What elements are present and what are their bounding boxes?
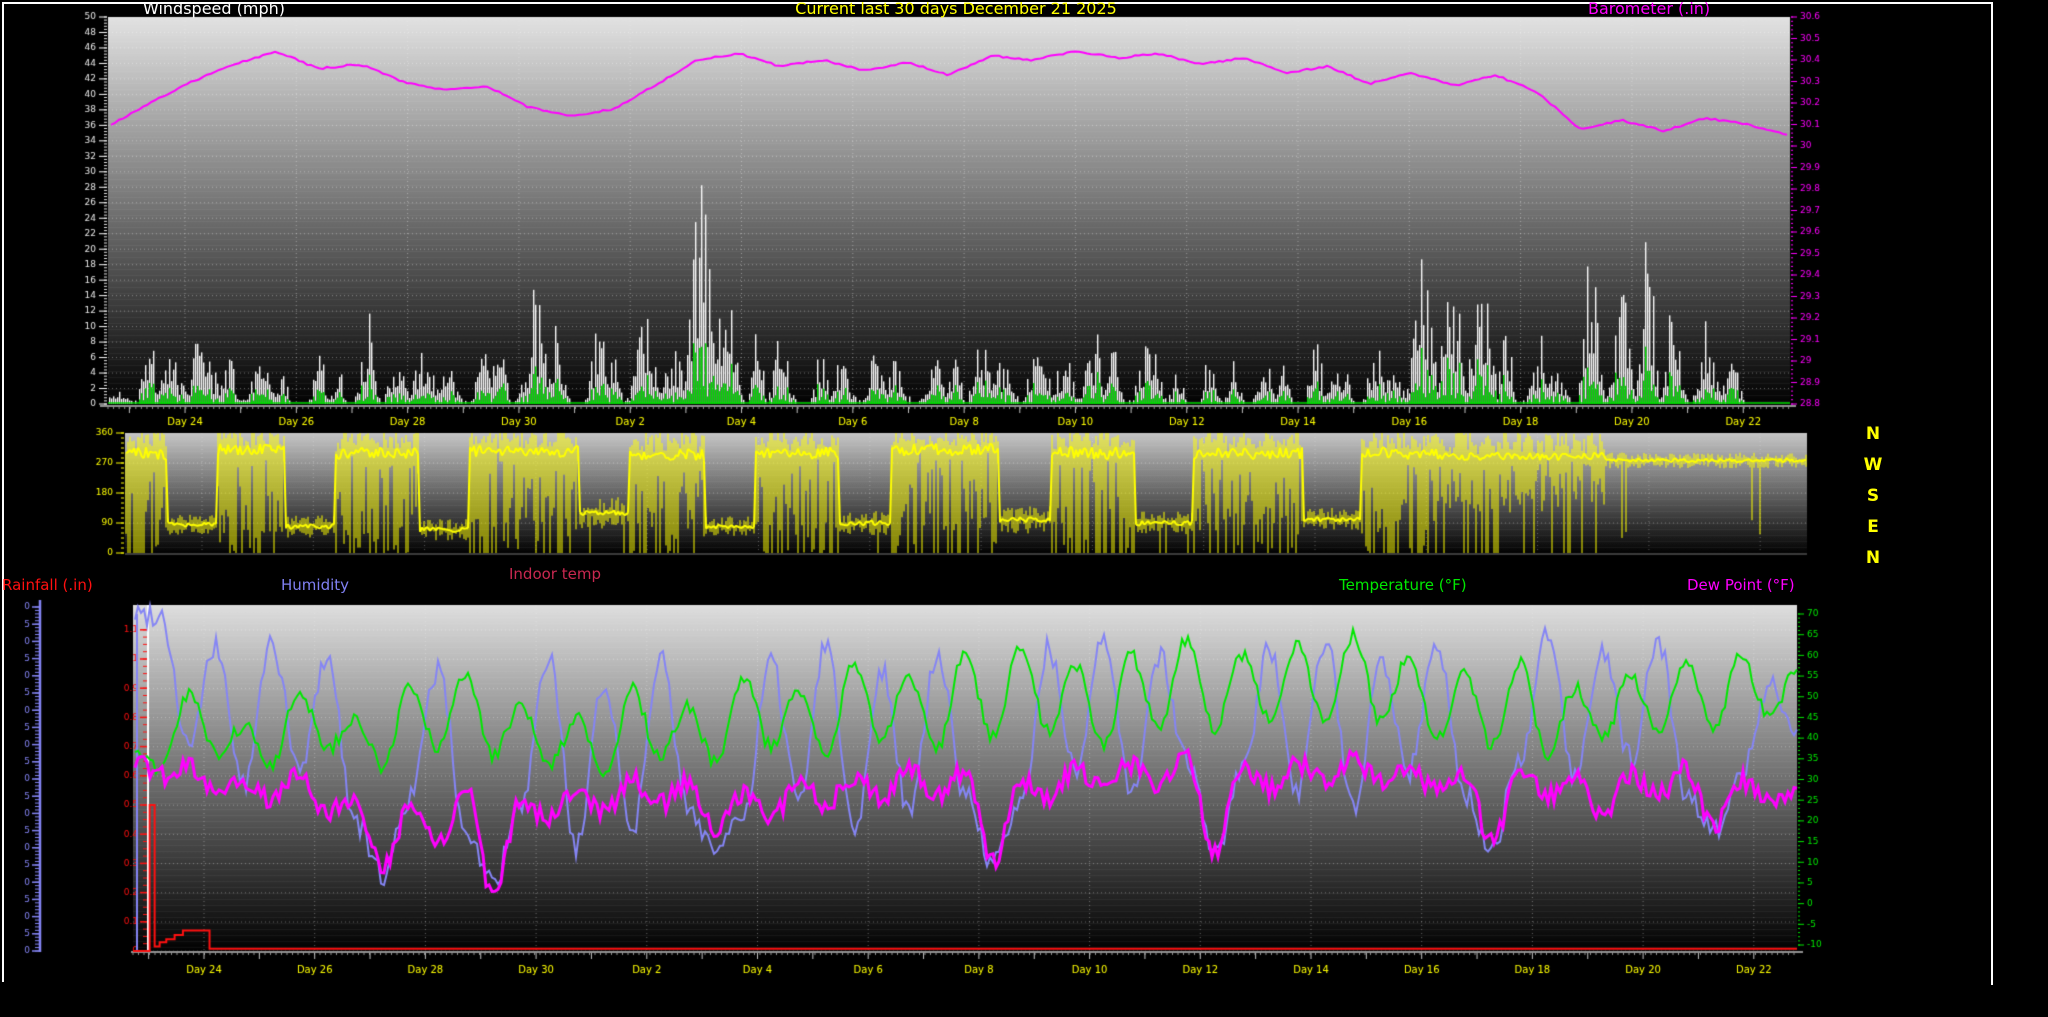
compass-label-w-270: W: [1856, 455, 1890, 475]
compass-label-e-90: E: [1856, 517, 1890, 537]
rainfall-label: Rainfall (.in): [2, 577, 93, 594]
humidity-label: Humidity: [281, 577, 349, 594]
indoor-temp-label: Indoor temp: [509, 566, 601, 583]
compass-label-n-0: N: [1856, 548, 1890, 568]
compass-label-s-180: S: [1856, 486, 1890, 506]
main-title: Current last 30 days December 21 2025: [795, 0, 1117, 18]
weather-dashboard: Windspeed (mph) Current last 30 days Dec…: [0, 0, 2048, 1017]
frame-border-left: [2, 2, 4, 982]
temperature-label: Temperature (°F): [1339, 577, 1467, 594]
barometer-title: Barometer (.in): [1588, 0, 1710, 18]
windspeed-title: Windspeed (mph): [143, 0, 285, 18]
dew-point-label: Dew Point (°F): [1687, 577, 1795, 594]
frame-border-right: [1991, 2, 1993, 985]
charts-canvas: [0, 0, 2048, 1017]
compass-label-n-360: N: [1856, 424, 1890, 444]
